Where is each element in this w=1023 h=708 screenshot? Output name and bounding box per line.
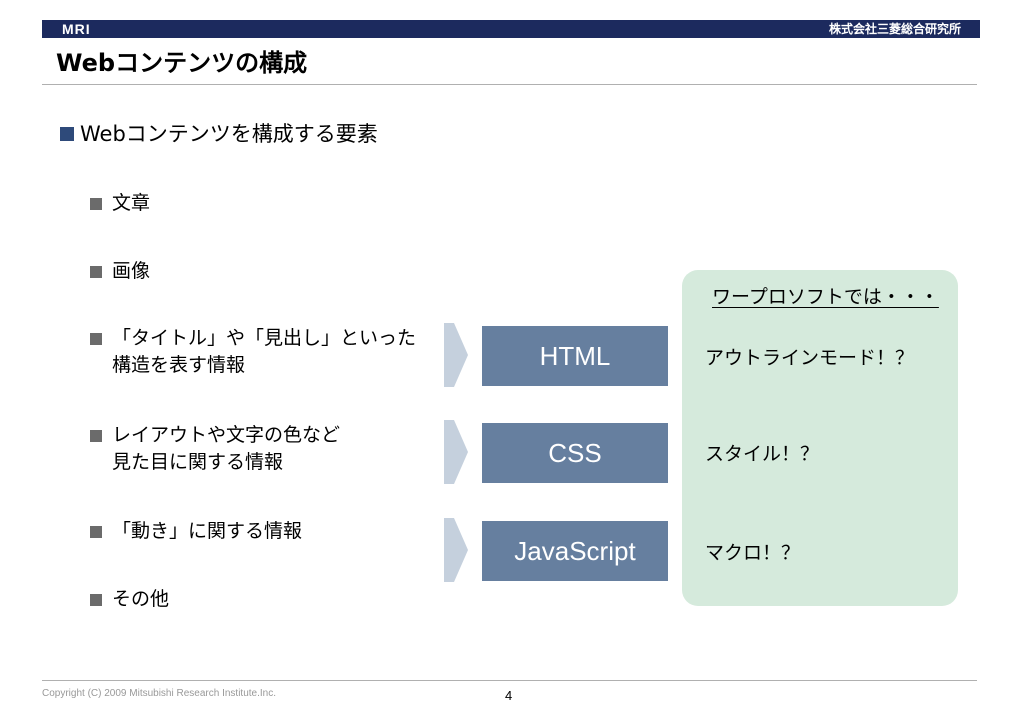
square-bullet-icon	[90, 430, 102, 442]
list-item-text: レイアウトや文字の色など	[112, 424, 341, 446]
word-processor-line: マクロ！？	[705, 542, 801, 564]
list-item-text: 「タイトル」や「見出し」といった	[112, 327, 417, 349]
company-logo: MRI	[62, 21, 91, 37]
word-processor-heading: ワープロソフトでは・・・	[712, 286, 939, 308]
html-box: HTML	[482, 326, 668, 386]
list-item-text: その他	[112, 588, 170, 610]
copyright-text: Copyright (C) 2009 Mitsubishi Research I…	[42, 688, 276, 699]
page-number: 4	[505, 688, 513, 703]
list-item: レイアウトや文字の色など 見た目に関する情報	[90, 422, 340, 476]
list-item-text: 「動き」に関する情報	[112, 520, 303, 542]
square-bullet-icon	[90, 333, 102, 345]
word-processor-line: アウトラインモード！？	[705, 347, 915, 369]
square-bullet-icon	[60, 127, 74, 141]
main-heading-text: Webコンテンツを構成する要素	[80, 122, 378, 146]
list-item: 文章	[90, 190, 150, 217]
square-bullet-icon	[90, 198, 102, 210]
list-item-text: 画像	[112, 260, 151, 282]
main-heading: Webコンテンツを構成する要素	[60, 120, 378, 148]
list-item: 「タイトル」や「見出し」といった 構造を表す情報	[90, 325, 416, 379]
chevron-right-icon	[444, 420, 468, 484]
title-divider	[42, 84, 977, 85]
css-box: CSS	[482, 423, 668, 483]
footer-divider	[42, 680, 977, 681]
slide-title: Webコンテンツの構成	[56, 49, 308, 77]
square-bullet-icon	[90, 594, 102, 606]
javascript-box: JavaScript	[482, 521, 668, 581]
chevron-right-icon	[444, 323, 468, 387]
square-bullet-icon	[90, 266, 102, 278]
chevron-right-icon	[444, 518, 468, 582]
word-processor-line: スタイル！？	[705, 443, 820, 465]
list-item: その他	[90, 586, 169, 613]
list-item: 画像	[90, 258, 150, 285]
list-item: 「動き」に関する情報	[90, 518, 302, 545]
list-item-text: 文章	[112, 192, 151, 214]
list-item-text: 見た目に関する情報	[112, 451, 284, 473]
company-name: 株式会社三菱総合研究所	[828, 22, 961, 36]
list-item-text: 構造を表す情報	[112, 354, 246, 376]
square-bullet-icon	[90, 526, 102, 538]
